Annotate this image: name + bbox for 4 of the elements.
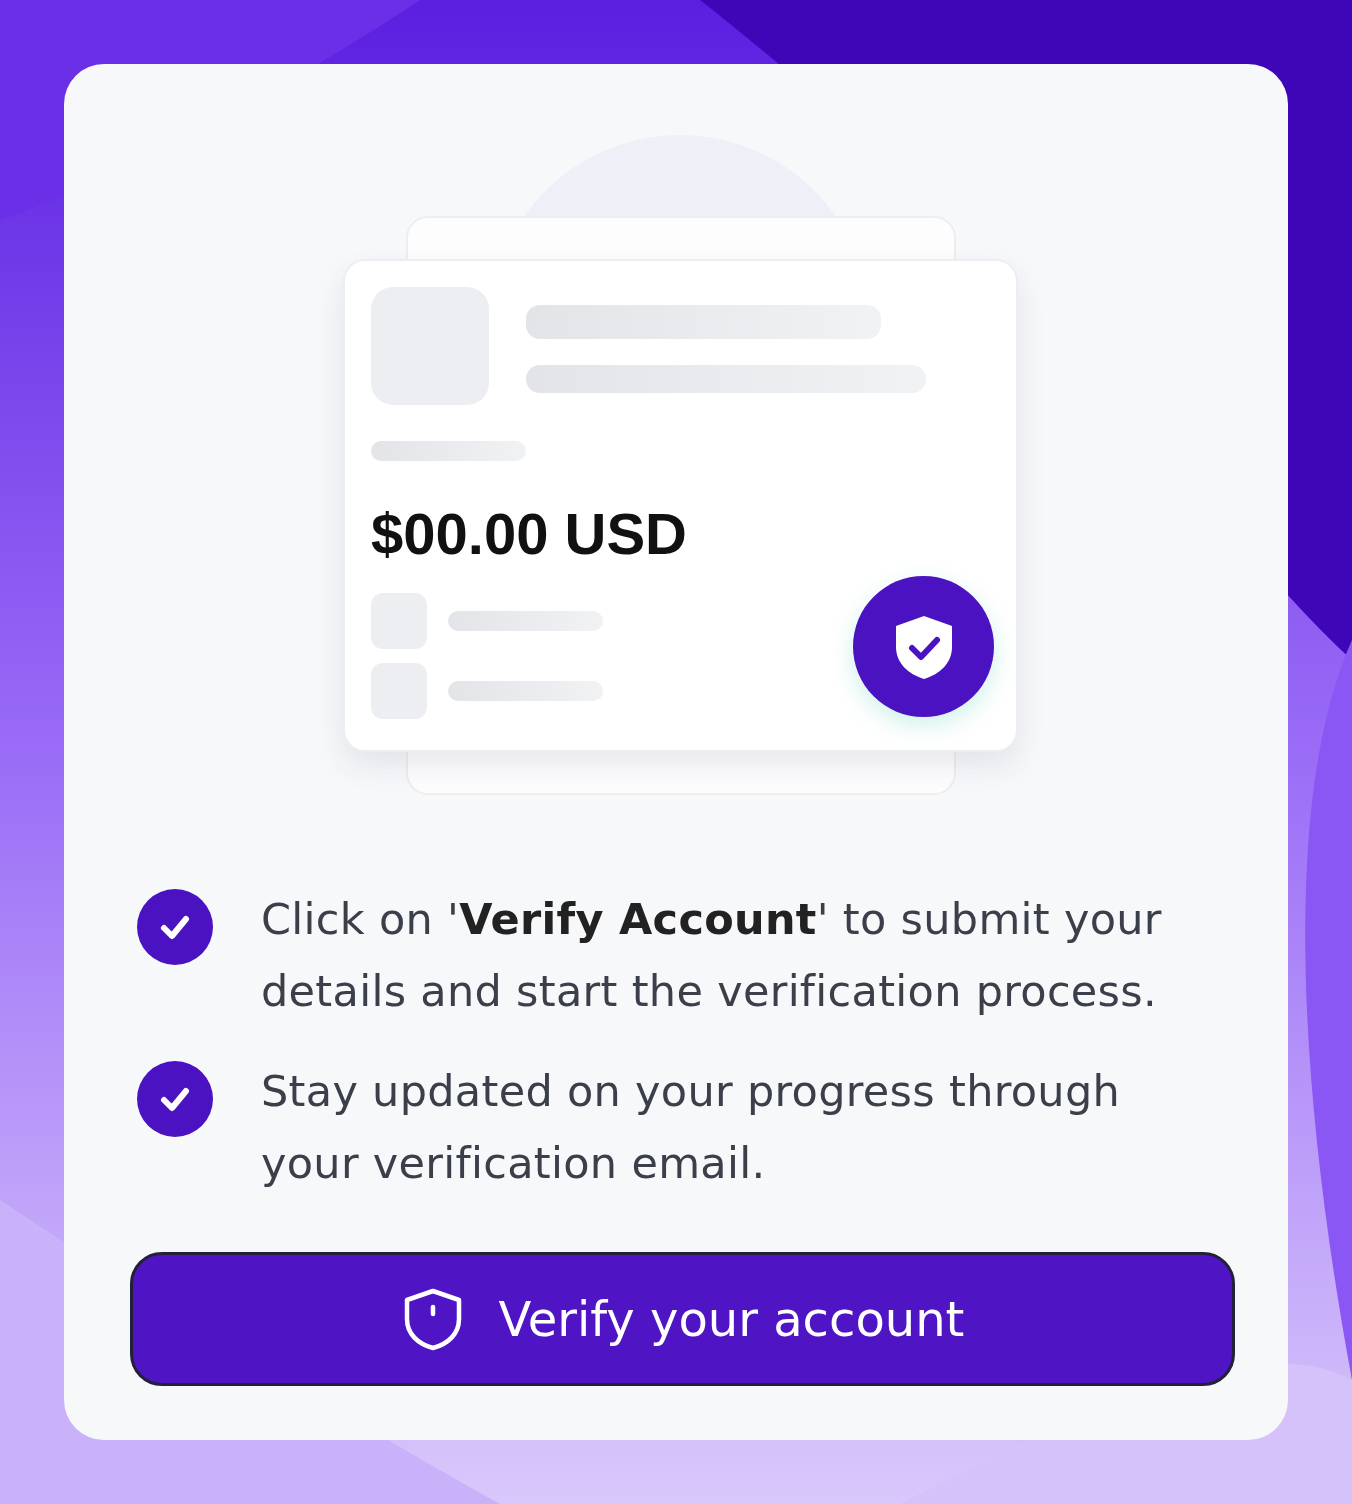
amount-text: $00.00 USD [371,500,688,568]
step-text: Stay updated on your progress through your verification email. [261,1065,1122,1190]
step-text: Click on 'Verify Account' to submit your details and start the verification process. [261,893,1163,1018]
verify-button[interactable]: Verify your account [130,1252,1235,1386]
